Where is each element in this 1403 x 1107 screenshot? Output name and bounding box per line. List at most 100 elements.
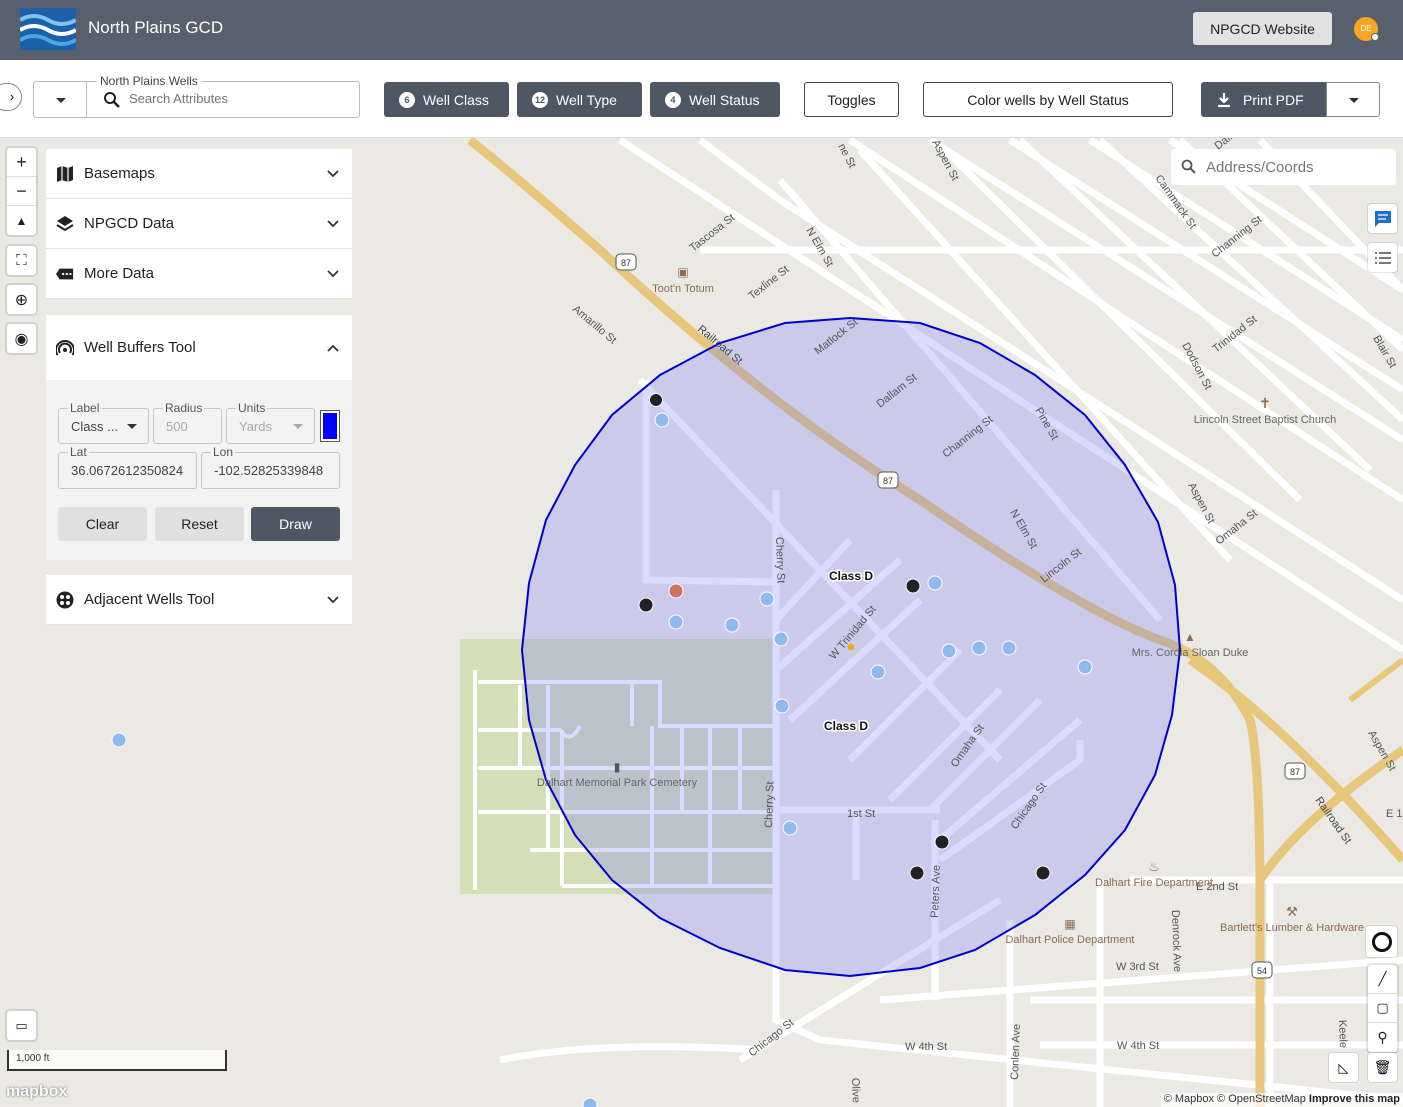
draw-button[interactable]: Draw — [251, 507, 340, 541]
npgcd-data-section[interactable]: NPGCD Data — [46, 199, 352, 249]
well-buffers-section[interactable]: Well Buffers Tool — [46, 315, 352, 381]
search-legend: North Plains Wells — [97, 74, 201, 88]
well-point[interactable] — [649, 393, 663, 407]
clear-button[interactable]: Clear — [58, 507, 147, 541]
search-input[interactable] — [129, 91, 349, 106]
well-point[interactable] — [941, 643, 957, 659]
well-point[interactable] — [1001, 640, 1017, 656]
buffer-units-select[interactable]: Units Yards — [226, 401, 315, 444]
map-attribution: © Mapbox © OpenStreetMap Improve this ma… — [1160, 1093, 1403, 1107]
lat-value: 36.0672612350824 — [71, 463, 184, 478]
fullscreen-button[interactable]: ⛶ — [7, 246, 36, 275]
well-status-filter-button[interactable]: 4 Well Status — [650, 82, 780, 117]
well-point[interactable] — [654, 412, 670, 428]
well-point[interactable] — [909, 865, 925, 881]
well-buffers-header[interactable]: Well Buffers Tool — [46, 315, 352, 381]
buffer-label-select[interactable]: Label Class ... — [58, 401, 149, 444]
well-point[interactable] — [927, 575, 943, 591]
compass-button[interactable]: ◉ — [7, 324, 36, 353]
street-label: Peters Ave — [929, 865, 943, 918]
well-point[interactable] — [1035, 865, 1051, 881]
well-point[interactable] — [724, 617, 740, 633]
buffer-lat-input[interactable]: Lat 36.0672612350824 — [58, 445, 197, 489]
address-input[interactable] — [1206, 159, 1386, 176]
well-point[interactable] — [111, 732, 127, 748]
circle-icon — [1371, 931, 1392, 952]
well-point[interactable] — [782, 820, 798, 836]
more-tag-icon — [56, 268, 74, 279]
well-point[interactable] — [759, 591, 775, 607]
measure-button[interactable]: ▭ — [7, 1011, 36, 1040]
well-point[interactable] — [774, 698, 790, 714]
buffer-color-picker[interactable] — [320, 410, 340, 442]
print-options-dropdown[interactable] — [1326, 82, 1380, 117]
reset-bearing-button[interactable]: ▲ — [7, 206, 36, 235]
well-type-count: 12 — [532, 91, 548, 108]
app: North Plains GCD NPGCD Website DE › Nort… — [0, 0, 1403, 1107]
feedback-button[interactable] — [1368, 204, 1397, 233]
search-layer-dropdown[interactable] — [33, 81, 87, 118]
more-data-header[interactable]: More Data — [46, 249, 352, 299]
well-point[interactable] — [668, 583, 684, 599]
well-point[interactable] — [1077, 659, 1093, 675]
basemaps-header[interactable]: Basemaps — [46, 149, 352, 199]
chevron-down-icon — [327, 596, 339, 604]
buffer-lon-input[interactable]: Lon -102.52825339848 — [201, 445, 340, 489]
color-wells-by-button[interactable]: Color wells by Well Status — [923, 82, 1173, 117]
fullscreen-icon: ⛶ — [16, 252, 27, 269]
adjacent-wells-header[interactable]: Adjacent Wells Tool — [46, 575, 352, 625]
caret-down-icon — [1349, 98, 1359, 103]
minus-icon: − — [16, 180, 27, 201]
fullscreen-control: ⛶ — [7, 246, 36, 275]
street-label: Olive — [849, 1078, 862, 1103]
well-point[interactable] — [668, 614, 684, 630]
draw-line-button[interactable]: ╱ — [1368, 965, 1397, 994]
print-pdf-button[interactable]: Print PDF — [1201, 82, 1327, 117]
mapbox-logo[interactable]: mapbox — [6, 1083, 67, 1101]
well-point[interactable] — [582, 1097, 598, 1107]
attribution-text[interactable]: © Mapbox © OpenStreetMap — [1164, 1093, 1306, 1105]
measure-angle-button[interactable]: ◺ — [1329, 1053, 1358, 1082]
layers-icon — [56, 215, 74, 231]
chevron-down-icon — [327, 170, 339, 178]
adjacent-wells-section[interactable]: Adjacent Wells Tool — [46, 575, 352, 625]
reset-button[interactable]: Reset — [155, 507, 244, 541]
download-icon — [1218, 92, 1230, 107]
draw-polygon-button[interactable]: ▢ — [1368, 994, 1397, 1023]
zoom-out-button[interactable]: − — [7, 177, 36, 206]
draw-circle-button[interactable] — [1366, 926, 1397, 957]
polygon-icon: ▢ — [1376, 1000, 1389, 1015]
well-class-filter-button[interactable]: 6 Well Class — [384, 82, 509, 117]
well-point[interactable] — [870, 664, 886, 680]
search-field: North Plains Wells — [86, 74, 360, 118]
well-point[interactable] — [638, 597, 654, 613]
legend-button[interactable] — [1368, 243, 1397, 272]
well-point[interactable] — [934, 834, 950, 850]
well-type-filter-button[interactable]: 12 Well Type — [517, 82, 642, 117]
zoom-in-button[interactable]: + — [7, 148, 36, 177]
well-point[interactable] — [773, 631, 789, 647]
npgcd-data-header[interactable]: NPGCD Data — [46, 199, 352, 249]
more-data-section[interactable]: More Data — [46, 249, 352, 299]
expand-panel-button[interactable]: › — [0, 83, 22, 111]
improve-map-link[interactable]: Improve this map — [1309, 1093, 1400, 1105]
class-label: Class D — [824, 719, 868, 733]
well-point[interactable] — [905, 578, 921, 594]
chevron-down-icon — [327, 220, 339, 228]
map-icon — [57, 165, 73, 182]
draw-point-button[interactable]: ⚲ — [1368, 1023, 1397, 1052]
trash-button[interactable]: 🗑 — [1368, 1053, 1397, 1082]
geolocate-button[interactable]: ⊕ — [7, 285, 36, 314]
label-value: Class ... — [71, 419, 118, 434]
address-search[interactable] — [1171, 149, 1396, 185]
search-icon — [1181, 159, 1196, 174]
well-point[interactable] — [971, 640, 987, 656]
poi-label: Dalhart Memorial Park Cemetery — [537, 777, 698, 789]
toggles-button[interactable]: Toggles — [804, 82, 899, 117]
well-buffers-label: Well Buffers Tool — [84, 339, 196, 356]
basemaps-section[interactable]: Basemaps — [46, 149, 352, 199]
compass-icon: ◉ — [14, 330, 29, 348]
buffer-radius-input[interactable]: Radius 500 — [153, 401, 222, 444]
lon-value: -102.52825339848 — [214, 463, 324, 478]
npgcd-website-button[interactable]: NPGCD Website — [1193, 12, 1332, 45]
